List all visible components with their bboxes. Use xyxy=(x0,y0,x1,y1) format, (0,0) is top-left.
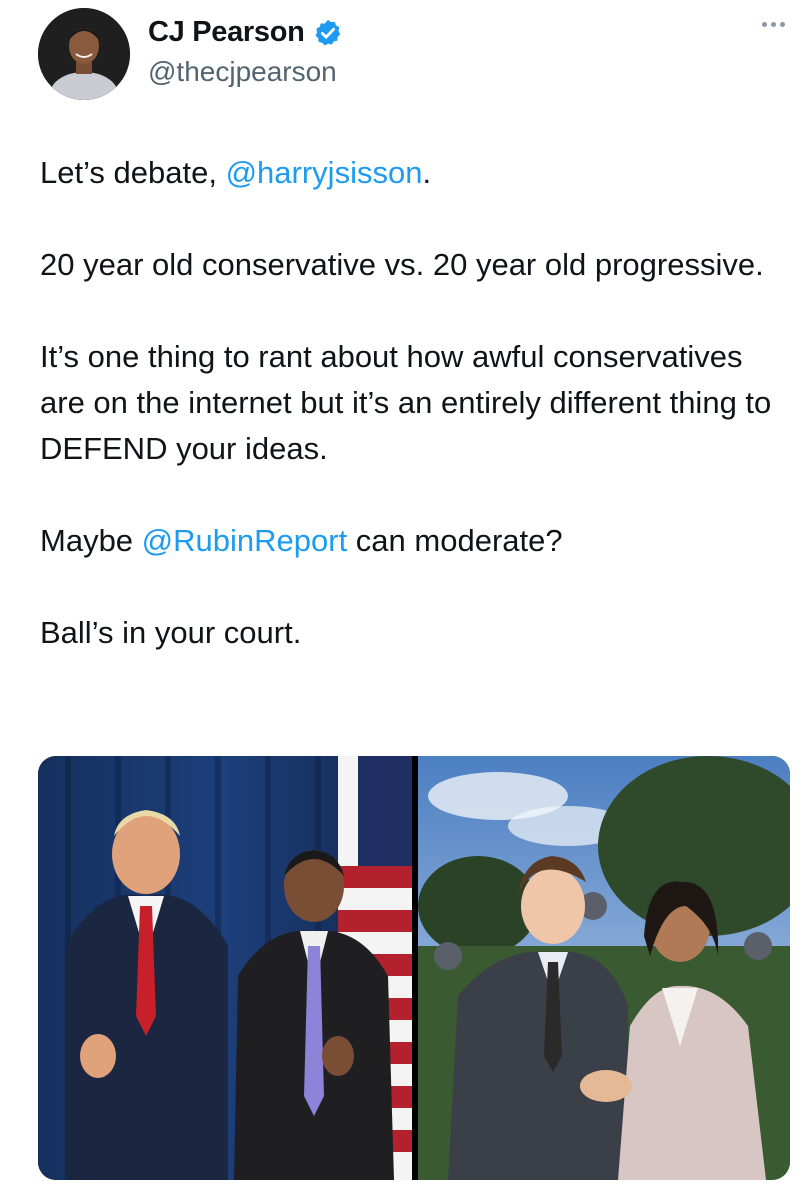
author-handle[interactable]: @thecjpearson xyxy=(148,56,337,88)
tweet-paragraph-1: Let’s debate, @harryjsisson. xyxy=(40,155,432,190)
mention-link[interactable]: @harryjsisson xyxy=(226,155,423,190)
more-options-icon[interactable] xyxy=(762,14,798,38)
tweet-header: CJ Pearson @thecjpearson xyxy=(38,8,798,100)
author-avatar[interactable] xyxy=(38,8,130,100)
author-name[interactable]: CJ Pearson xyxy=(148,16,305,49)
mention-link[interactable]: @RubinReport xyxy=(142,523,348,558)
tweet-paragraph-4: Maybe @RubinReport can moderate? xyxy=(40,523,563,558)
tweet-media-grid xyxy=(38,756,790,1180)
tweet-paragraph-5: Ball’s in your court. xyxy=(40,615,302,650)
photo-left[interactable] xyxy=(38,756,412,1180)
verified-badge-icon xyxy=(313,18,343,48)
tweet-paragraph-2: 20 year old conservative vs. 20 year old… xyxy=(40,247,764,282)
author-name-row[interactable]: CJ Pearson xyxy=(148,16,343,49)
tweet-body: Let’s debate, @harryjsisson. 20 year old… xyxy=(40,150,780,702)
photo-right[interactable] xyxy=(418,756,790,1180)
tweet-paragraph-3: It’s one thing to rant about how awful c… xyxy=(40,339,772,466)
